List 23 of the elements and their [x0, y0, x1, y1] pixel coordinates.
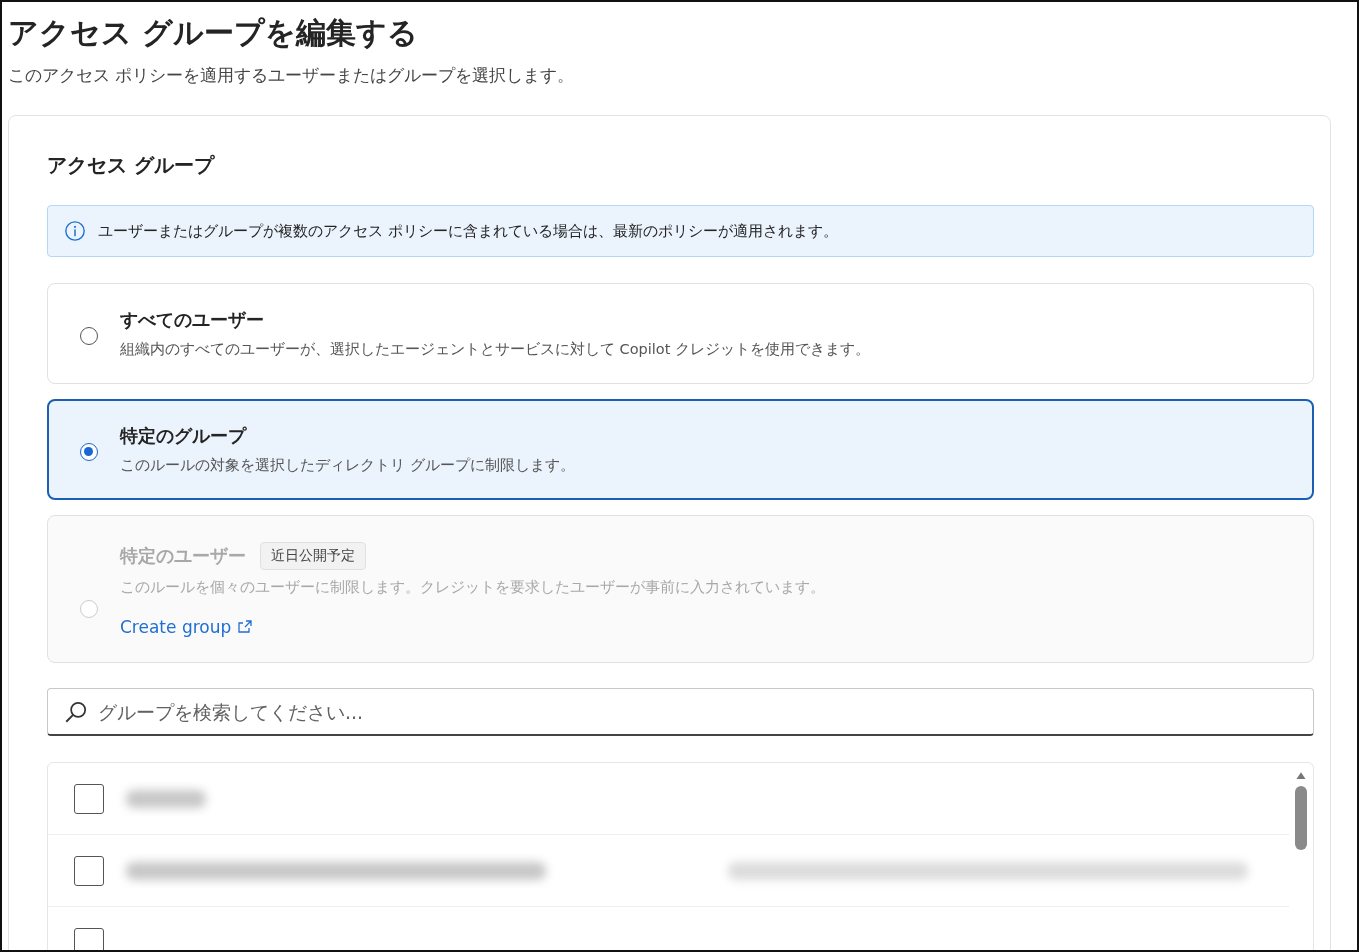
radio-button[interactable] [80, 442, 98, 461]
page-subtitle: このアクセス ポリシーを適用するユーザーまたはグループを選択します。 [8, 64, 576, 87]
checkbox[interactable] [74, 783, 104, 814]
search-field[interactable]: グループを検索してください... [47, 688, 1314, 736]
option-card[interactable]: すべてのユーザー 組織内のすべてのユーザーが、選択したエージェントとサービスに対して Copilot クレジットを使用できます。 [47, 283, 1314, 384]
external-link-icon [237, 618, 254, 635]
scroll-up-icon[interactable] [1295, 771, 1307, 780]
option-label: 特定のグループ [120, 425, 246, 448]
info-icon [64, 220, 86, 242]
section-heading: アクセス グループ [47, 152, 216, 179]
status-badge: 近日公開予定 [260, 541, 366, 570]
option-label: 特定のユーザー [120, 544, 246, 568]
scrollbar-thumb[interactable] [1295, 786, 1307, 850]
option-description: 組織内のすべてのユーザーが、選択したエージェントとサービスに対して Copilot クレジットを使用できます。 [120, 340, 871, 359]
option-card[interactable]: 特定のグループ このルールの対象を選択したディレクトリ グループに制限します。 [47, 399, 1314, 500]
option-label: すべてのユーザー [120, 309, 264, 332]
checkbox[interactable] [74, 927, 104, 950]
radio-button[interactable] [80, 326, 98, 345]
page-title: アクセス グループを編集する [8, 14, 420, 52]
info-text: ユーザーまたはグループが複数のアクセス ポリシーに含まれている場合は、最新のポリシーが適用されます。 [98, 221, 838, 241]
option-description: このルールの対象を選択したディレクトリ グループに制限します。 [120, 456, 575, 475]
checkbox[interactable] [74, 855, 104, 886]
option-description: このルールを個々のユーザーに制限します。クレジットを要求したユーザーが事前に入力されています。 [120, 577, 825, 597]
